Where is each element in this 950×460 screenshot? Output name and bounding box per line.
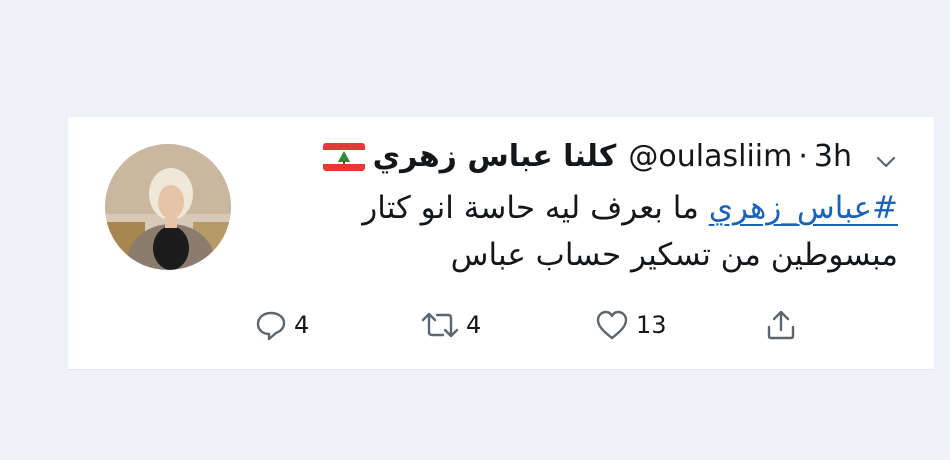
- hashtag-link[interactable]: #عباس_زهري: [709, 190, 898, 226]
- tweet-text-line-2: مبسوطين من تسكير حساب عباس: [450, 237, 898, 273]
- tweet-header: كلنا عباس زهري @oulasliim · 3h: [252, 139, 852, 181]
- separator-dot: ·: [798, 139, 808, 174]
- tweet-text-line-1-rest: ما بعرف ليه حاسة انو كتار: [362, 190, 709, 226]
- tweet-text-line-1: #عباس_زهري ما بعرف ليه حاسة انو كتار: [258, 185, 898, 232]
- share-button[interactable]: [764, 303, 798, 347]
- reply-count: 4: [294, 311, 310, 339]
- display-name[interactable]: كلنا عباس زهري: [373, 139, 617, 174]
- like-icon: [594, 308, 630, 342]
- share-icon: [764, 308, 798, 342]
- tweet-card[interactable]: كلنا عباس زهري @oulasliim · 3h #عباس_زهري م…: [68, 117, 934, 370]
- lebanon-flag-icon: [322, 142, 373, 171]
- like-count: 13: [636, 311, 667, 339]
- tweet-time[interactable]: 3h: [814, 139, 852, 174]
- avatar[interactable]: [105, 144, 231, 270]
- retweet-count: 4: [466, 311, 482, 339]
- reply-button[interactable]: 4: [254, 303, 309, 347]
- retweet-icon: [420, 308, 460, 342]
- tweet-actions: 4 4 13: [68, 303, 934, 347]
- tweet-text: #عباس_زهري ما بعرف ليه حاسة انو كتار مبس…: [258, 185, 898, 279]
- chevron-down-icon[interactable]: [871, 147, 901, 177]
- reply-icon: [254, 308, 288, 342]
- retweet-button[interactable]: 4: [420, 303, 481, 347]
- like-button[interactable]: 13: [594, 303, 667, 347]
- user-handle[interactable]: @oulasliim: [628, 139, 792, 174]
